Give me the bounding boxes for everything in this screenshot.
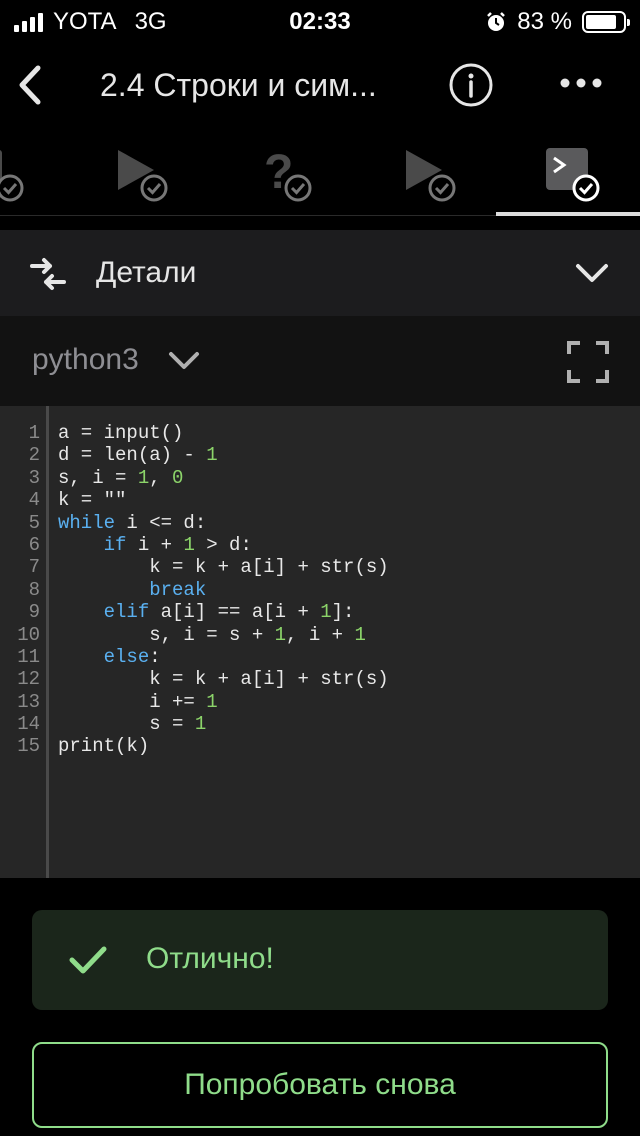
gutter-divider [46,406,49,878]
chevron-down-icon [576,264,608,282]
try-again-button[interactable]: Попробовать снова [32,1042,608,1128]
chevron-left-icon [19,65,41,105]
info-button[interactable] [448,62,494,108]
code-line: else: [103,645,161,668]
line-number: 10 [17,623,40,646]
status-bar: YOTA 3G 02:33 83 % [0,0,640,40]
code-line: break [149,578,207,601]
code-line: if i + 1 > d: [103,533,252,556]
line-number: 2 [28,444,40,467]
step-tabs: ? [0,130,640,216]
details-toggle[interactable]: Детали [0,230,640,316]
check-badge-icon [572,174,600,202]
code-line: s = 1 [58,713,207,736]
line-number: 3 [28,466,40,489]
swap-arrows-icon [30,258,66,290]
check-badge-icon [284,174,312,202]
line-numbers: 1 2 3 4 5 6 7 8 9 10 11 12 13 14 15 [0,422,40,758]
line-number: 9 [28,601,40,624]
line-number: 12 [17,668,40,691]
alarm-icon [487,12,506,31]
line-number: 8 [28,578,40,601]
checkmark-icon [69,946,107,974]
step-5-tab[interactable] [544,142,604,208]
chevron-down-icon [169,352,199,369]
step-2-tab[interactable] [112,142,172,208]
editor-toolbar: python3 [0,316,640,406]
step-4-tab[interactable] [400,142,460,208]
code-line: k = k + a[i] + str(s) [58,668,389,691]
battery-icon [582,11,630,33]
line-number: 13 [17,690,40,713]
check-badge-icon [140,174,168,202]
line-number: 6 [28,533,40,556]
line-number: 11 [17,645,40,668]
line-number: 1 [28,422,40,444]
expand-icon [567,341,609,383]
more-options-button[interactable] [556,68,606,98]
step-3-tab[interactable]: ? [256,142,316,208]
code-line: k = "" [58,489,127,512]
check-badge-icon [428,174,456,202]
back-button[interactable] [10,60,54,110]
code-editor[interactable]: 1 2 3 4 5 6 7 8 9 10 11 12 13 14 15 a = … [0,406,640,878]
code-line: print(k) [58,735,150,758]
line-number: 7 [28,556,40,579]
line-number: 14 [17,713,40,736]
code-line: a = input() [58,422,184,444]
code-line: s, i = 1, 0 [58,466,184,489]
language-label: python3 [32,343,139,376]
result-banner: Отлично! [32,910,608,1010]
navigation-bar: 2.4 Строки и сим... [0,40,640,130]
line-number: 5 [28,511,40,534]
fullscreen-button[interactable] [566,340,610,384]
battery-percent: 83 % [517,8,572,35]
step-1-tab[interactable] [0,142,30,208]
code-line: elif a[i] == a[i + 1]: [103,601,355,624]
code-content[interactable]: a = input() d = len(a) - 1 s, i = 1, 0k = … [58,422,389,758]
status-bar-right: 83 % [485,8,630,36]
result-message: Отлично! [146,942,274,975]
code-line: d = len(a) - 1 [58,444,218,467]
lesson-title: 2.4 Строки и сим... [100,67,377,103]
code-line: i += 1 [58,690,218,713]
battery-fill [586,15,616,29]
code-line: s, i = s + 1, i + 1 [58,623,366,646]
code-line: k = k + a[i] + str(s) [58,556,389,579]
active-step-indicator [496,212,640,216]
details-label: Детали [96,256,197,289]
code-line: while i <= d: [58,511,207,534]
line-number: 15 [17,735,40,758]
line-number: 4 [28,489,40,512]
